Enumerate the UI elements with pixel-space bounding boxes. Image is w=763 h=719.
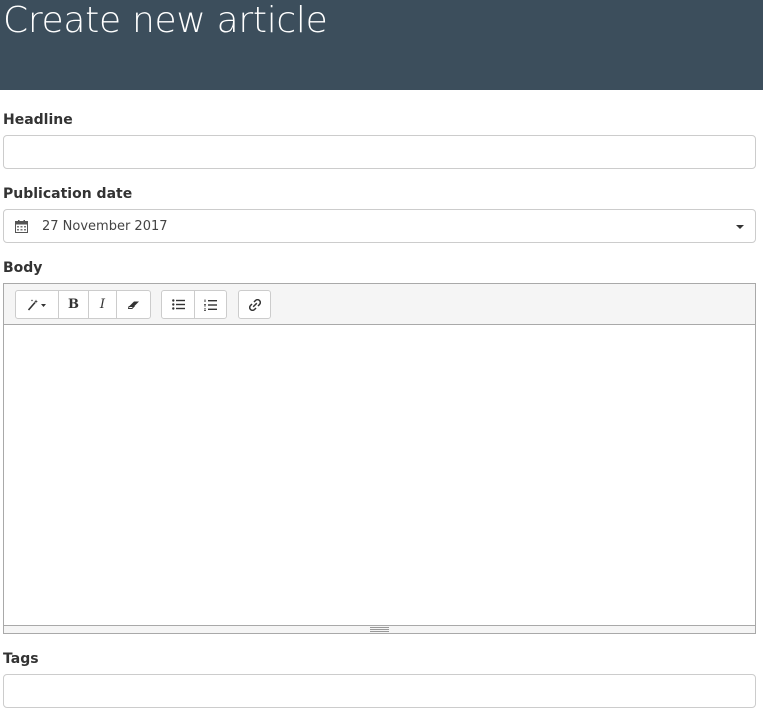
tags-label: Tags	[3, 651, 39, 667]
bold-button[interactable]: B	[58, 290, 89, 319]
editor-resize-handle[interactable]	[4, 625, 755, 633]
list-button-group	[161, 290, 227, 319]
ordered-list-button[interactable]	[194, 290, 227, 319]
unordered-list-icon	[171, 299, 185, 310]
eraser-icon	[127, 301, 139, 309]
resize-grip-icon	[370, 627, 389, 632]
headline-input[interactable]	[3, 135, 756, 169]
page-title: Create new article	[3, 0, 328, 41]
calendar-icon	[15, 220, 28, 233]
publication-date-value: 27 November 2017	[42, 219, 168, 234]
editor-toolbar: B I	[4, 284, 755, 325]
ordered-list-icon	[204, 299, 217, 311]
link-icon	[248, 298, 261, 311]
insert-link-button[interactable]	[238, 290, 271, 319]
tags-input[interactable]	[3, 674, 756, 708]
clear-format-button[interactable]	[116, 290, 151, 319]
unordered-list-button[interactable]	[161, 290, 195, 319]
publication-date-picker[interactable]: 27 November 2017	[3, 209, 756, 243]
style-button-group: B I	[15, 290, 151, 319]
link-button-group	[238, 290, 271, 319]
italic-button[interactable]: I	[88, 290, 117, 319]
page-header: Create new article	[0, 0, 763, 90]
style-dropdown-button[interactable]	[15, 290, 59, 319]
headline-label: Headline	[3, 112, 73, 128]
body-editor-area[interactable]	[4, 325, 755, 626]
body-rich-text-editor: B I	[3, 283, 756, 634]
body-label: Body	[3, 260, 43, 276]
magic-wand-icon	[27, 299, 46, 311]
publication-date-label: Publication date	[3, 186, 133, 202]
chevron-down-icon	[736, 225, 744, 229]
